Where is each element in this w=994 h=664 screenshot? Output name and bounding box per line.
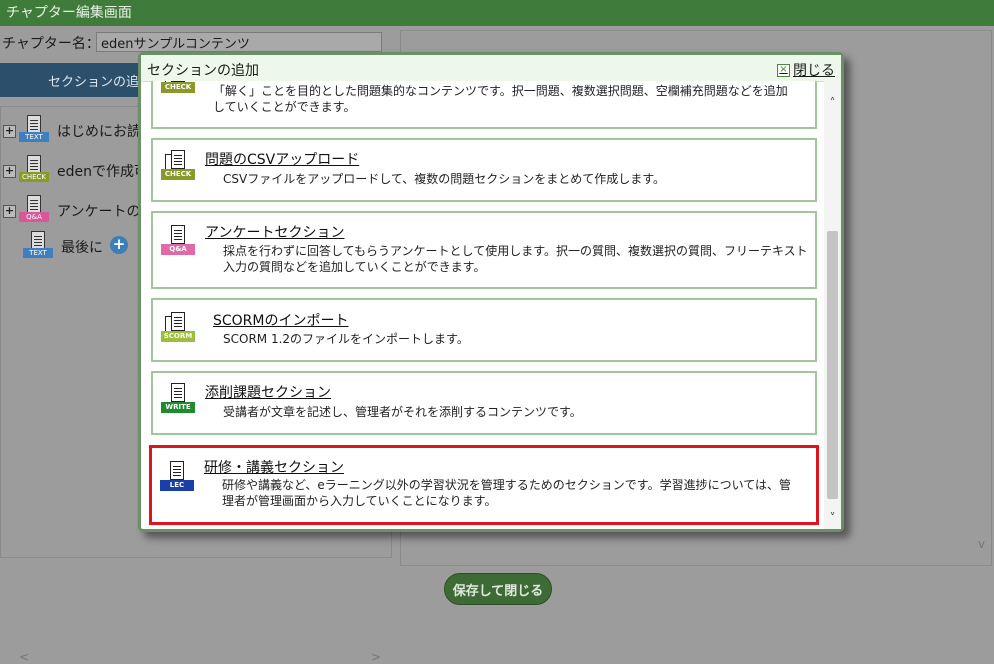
card-title[interactable]: SCORMのインポート <box>213 310 349 330</box>
card-description: CSVファイルをアップロードして、複数の問題セクションをまとめて作成します。 <box>223 172 666 186</box>
dialog-title: セクションの追加 <box>147 63 259 79</box>
expand-icon[interactable]: + <box>3 125 16 138</box>
section-type-card-essay[interactable]: WRITE 添削課題セクション 受講者が文章を記述し、管理者がそれを添削するコン… <box>151 371 817 435</box>
text-section-icon: TEXT <box>23 231 53 261</box>
dialog-scrollbar[interactable]: ˄ ˅ <box>824 81 841 529</box>
lecture-section-icon: LEC <box>160 461 194 495</box>
close-label[interactable]: 閉じる <box>793 60 835 80</box>
page-title: チャプター編集画面 <box>0 0 994 26</box>
card-title[interactable]: 添削課題セクション <box>205 382 331 402</box>
section-type-card-lecture[interactable]: LEC 研修・講義セクション 研修や講義など、eラーニング以外の学習状況を管理す… <box>149 445 819 525</box>
chevron-down-icon[interactable]: ˅ <box>824 510 841 527</box>
tree-item-label: はじめにお読 <box>57 124 141 140</box>
expand-icon[interactable]: + <box>3 205 16 218</box>
questionnaire-section-icon: Q&A <box>161 225 195 259</box>
add-circle-icon[interactable]: + <box>110 236 128 254</box>
card-title[interactable]: 研修・講義セクション <box>204 457 344 477</box>
tree-item-label: アンケートの <box>57 204 141 220</box>
close-button[interactable]: × 閉じる <box>777 60 835 80</box>
chevron-down-icon[interactable]: v <box>978 537 985 551</box>
text-section-icon: TEXT <box>19 115 49 145</box>
chapter-name-input[interactable] <box>96 32 382 52</box>
csv-upload-icon: CHECK <box>161 150 195 184</box>
scorm-import-icon: SCORM <box>161 312 195 346</box>
scrollbar-thumb[interactable] <box>827 231 838 499</box>
close-x-icon[interactable]: × <box>777 63 790 77</box>
chapter-name-row: チャプター名： <box>0 30 400 54</box>
scroll-right-icon[interactable]: > <box>371 650 381 664</box>
save-and-close-button[interactable]: 保存して閉じる <box>444 573 552 605</box>
section-type-card-questionnaire[interactable]: Q&A アンケートセクション 採点を行わずに回答してもらうアンケートとして使用し… <box>151 211 817 289</box>
card-description: 研修や講義など、eラーニング以外の学習状況を管理するためのセクションです。学習進… <box>222 478 791 508</box>
section-type-card-csv-upload[interactable]: CHECK 問題のCSVアップロード CSVファイルをアップロードして、複数の問… <box>151 138 817 202</box>
card-description: SCORM 1.2のファイルをインポートします。 <box>223 332 469 346</box>
write-section-icon: WRITE <box>161 383 195 417</box>
section-type-list: CHECK 「解く」ことを目的とした問題集的なコンテンツです。択一問題、複数選択… <box>141 81 841 529</box>
chevron-up-icon[interactable]: ˄ <box>824 95 841 112</box>
card-description: 受講者が文章を記述し、管理者がそれを添削するコンテンツです。 <box>223 405 582 419</box>
expand-icon[interactable]: + <box>3 165 16 178</box>
card-description: 「解く」ことを目的とした問題集的なコンテンツです。択一問題、複数選択問題、空欄補… <box>213 84 788 114</box>
check-section-icon: CHECK <box>19 155 49 185</box>
questionnaire-section-icon: Q&A <box>19 195 49 225</box>
add-section-dialog: セクションの追加 × 閉じる CHECK 「解く」ことを目的とした問題集的なコン… <box>138 52 844 532</box>
section-type-card-check[interactable]: CHECK 「解く」ことを目的とした問題集的なコンテンツです。択一問題、複数選択… <box>151 81 817 129</box>
card-description: 採点を行わずに回答してもらうアンケートとして使用します。択一の質問、複数選択の質… <box>223 244 808 274</box>
scroll-left-icon[interactable]: < <box>19 650 29 664</box>
card-title[interactable]: 問題のCSVアップロード <box>205 149 359 169</box>
section-type-card-scorm-import[interactable]: SCORM SCORMのインポート SCORM 1.2のファイルをインポートしま… <box>151 298 817 362</box>
dialog-header: セクションの追加 × 閉じる <box>141 55 841 82</box>
card-title[interactable]: アンケートセクション <box>205 222 344 242</box>
check-section-icon: CHECK <box>161 81 195 97</box>
add-section-button[interactable]: セクションの追 <box>0 63 160 97</box>
chapter-name-label: チャプター名： <box>2 36 100 52</box>
tree-item-label: edenで作成可 <box>57 164 148 180</box>
tree-item-label: 最後に <box>61 240 103 256</box>
